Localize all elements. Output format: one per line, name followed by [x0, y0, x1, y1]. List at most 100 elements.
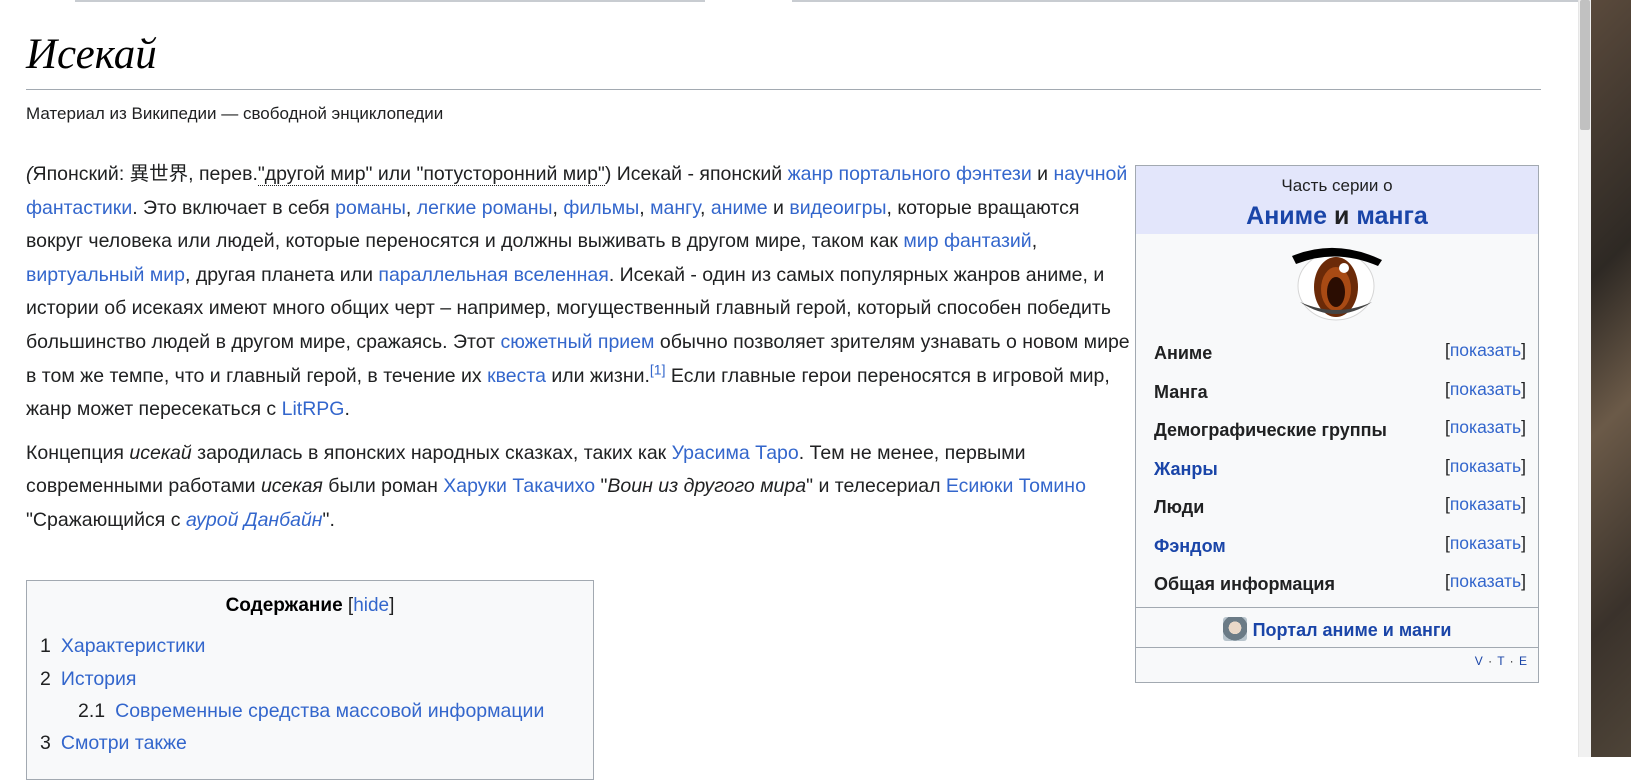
- row-label-link[interactable]: Жанры: [1154, 459, 1218, 480]
- toc-title: Содержание [hide]: [225, 595, 395, 616]
- link-aura-dunbine[interactable]: аурой Данбайн: [186, 509, 323, 531]
- text: были роман: [322, 475, 444, 498]
- navbox-title-and: и: [1327, 202, 1357, 230]
- link-novels[interactable]: романы: [335, 197, 406, 219]
- toc-link[interactable]: Смотри также: [61, 732, 187, 754]
- text: ,: [700, 196, 711, 219]
- show-link[interactable]: показать: [1450, 340, 1521, 360]
- show-link[interactable]: показать: [1450, 456, 1521, 476]
- portal-link-row: Портал аниме и манги: [1136, 617, 1538, 641]
- tab-strip-line: [75, 0, 705, 2]
- text: ,: [1031, 230, 1038, 253]
- show-toggle[interactable]: [показать]: [1445, 533, 1526, 554]
- show-toggle[interactable]: [показать]: [1445, 571, 1526, 592]
- navbox-anime-manga: Часть серии о Аниме и манга Аниме [показа…: [1135, 165, 1539, 683]
- toc-link[interactable]: Характеристики: [61, 635, 206, 657]
- toc-hide-link[interactable]: hide: [353, 595, 389, 616]
- desktop-background: [1591, 0, 1631, 757]
- show-link[interactable]: показать: [1450, 379, 1521, 399]
- toc-link[interactable]: Современные средства массовой информации: [115, 700, 544, 722]
- link-plot-device[interactable]: сюжетный прием: [500, 331, 654, 353]
- talk-link[interactable]: T: [1497, 654, 1505, 668]
- show-toggle[interactable]: [показать]: [1445, 417, 1526, 438]
- link-litrpg[interactable]: LitRPG: [282, 398, 345, 420]
- text: ,: [552, 196, 564, 219]
- toc-item[interactable]: 2 История: [40, 668, 136, 691]
- navbox-row: Фэндом [показать]: [1136, 527, 1538, 566]
- toc-number: 2: [40, 668, 51, 690]
- link-anime-title[interactable]: Аниме: [1246, 202, 1327, 230]
- link-quest[interactable]: квеста: [487, 365, 546, 387]
- link-manga-title[interactable]: манга: [1356, 202, 1427, 230]
- link-urashima-taro[interactable]: Урасима Таро: [672, 442, 799, 464]
- link-manga[interactable]: мангу: [650, 197, 700, 219]
- row-label: Демографические группы: [1154, 420, 1387, 440]
- row-label-link[interactable]: Фэндом: [1154, 536, 1226, 557]
- portal-link[interactable]: Портал аниме и манги: [1253, 620, 1452, 640]
- toc-number: 3: [40, 732, 51, 754]
- row-label: Люди: [1154, 497, 1205, 517]
- page-tagline: Материал из Википедии — свободной энцикл…: [26, 104, 444, 123]
- row-label: Аниме: [1154, 343, 1213, 363]
- link-anime[interactable]: аниме: [711, 197, 768, 219]
- text: ) Исекай - японский: [604, 163, 788, 185]
- show-toggle[interactable]: [показать]: [1445, 379, 1526, 400]
- navbox-row: Демографические группы [показать]: [1136, 411, 1538, 450]
- edit-link[interactable]: E: [1519, 654, 1528, 668]
- text: .: [344, 398, 350, 421]
- portal-image-icon: [1222, 617, 1247, 641]
- text: ,: [405, 196, 417, 219]
- show-link[interactable]: показать: [1450, 494, 1521, 514]
- show-link[interactable]: показать: [1450, 571, 1521, 591]
- toc-item[interactable]: 3 Смотри также: [40, 732, 187, 755]
- link-portal-fantasy[interactable]: жанр портального фэнтези: [788, 163, 1032, 185]
- link-fantasy-world[interactable]: мир фантазий: [903, 230, 1031, 252]
- show-link[interactable]: показать: [1450, 533, 1521, 553]
- tab-strip-line: [792, 0, 1578, 2]
- link-haruki-takachiho[interactable]: Харуки Такачихо: [443, 475, 595, 497]
- navbox-divider: [1136, 647, 1538, 648]
- show-toggle[interactable]: [показать]: [1445, 456, 1526, 477]
- text: ".: [322, 508, 335, 531]
- link-films[interactable]: фильмы: [563, 197, 639, 219]
- text: , другая планета или: [184, 263, 379, 286]
- scrollbar-thumb[interactable]: [1580, 0, 1590, 130]
- language-note: Японский: 異世界, перев.: [32, 163, 258, 185]
- eye-icon: [1292, 247, 1382, 321]
- show-link[interactable]: показать: [1450, 417, 1521, 437]
- toc-number: 2.1: [78, 700, 106, 722]
- text: или жизни.: [545, 364, 650, 387]
- text: и: [1031, 163, 1054, 185]
- italic-text: исекая: [260, 475, 323, 498]
- page-title: Исекай: [26, 31, 157, 78]
- navbox-title: Аниме и манга: [1136, 202, 1538, 231]
- show-toggle[interactable]: [показать]: [1445, 494, 1526, 515]
- text: зародилась в японских народных сказках, …: [191, 441, 672, 464]
- link-virtual-world[interactable]: виртуальный мир: [26, 264, 185, 286]
- row-label: Общая информация: [1154, 574, 1335, 594]
- toc-item[interactable]: 2.1 Современные средства массовой информа…: [78, 700, 544, 723]
- show-toggle[interactable]: [показать]: [1445, 340, 1526, 361]
- text: " и телесериал: [806, 475, 946, 498]
- link-yoshiyuki-tomino[interactable]: Есиюки Томино: [946, 475, 1086, 497]
- text: "Сражающийся с: [26, 508, 186, 531]
- text: Концепция: [26, 441, 130, 464]
- italic-text: исекай: [129, 441, 192, 464]
- anime-eye-image[interactable]: [1286, 242, 1386, 332]
- link-parallel-universe[interactable]: параллельная вселенная: [378, 264, 608, 286]
- toc-item[interactable]: 1 Характеристики: [40, 635, 205, 658]
- link-video-games[interactable]: видеоигры: [789, 197, 886, 219]
- reference-link[interactable]: [1]: [650, 361, 666, 377]
- navbox-rows: Аниме [показать] Манга [показать] Демограф…: [1136, 334, 1538, 604]
- navbox-row: Общая информация [показать]: [1136, 565, 1538, 604]
- translation-abbr[interactable]: "другой мир" или "потусторонний мир": [257, 163, 605, 186]
- navbox-row: Аниме [показать]: [1136, 334, 1538, 373]
- text: ,: [639, 196, 651, 219]
- paragraph-2: Концепция исекай зародилась в японских н…: [26, 437, 1131, 538]
- view-link[interactable]: V: [1475, 654, 1484, 668]
- toc-link[interactable]: История: [61, 668, 137, 690]
- article-body: (Японский: 異世界, перев."другой мир" или "…: [26, 158, 1131, 548]
- text: и: [767, 196, 790, 219]
- navbox-row: Манга [показать]: [1136, 373, 1538, 412]
- link-light-novels[interactable]: легкие романы: [417, 197, 553, 219]
